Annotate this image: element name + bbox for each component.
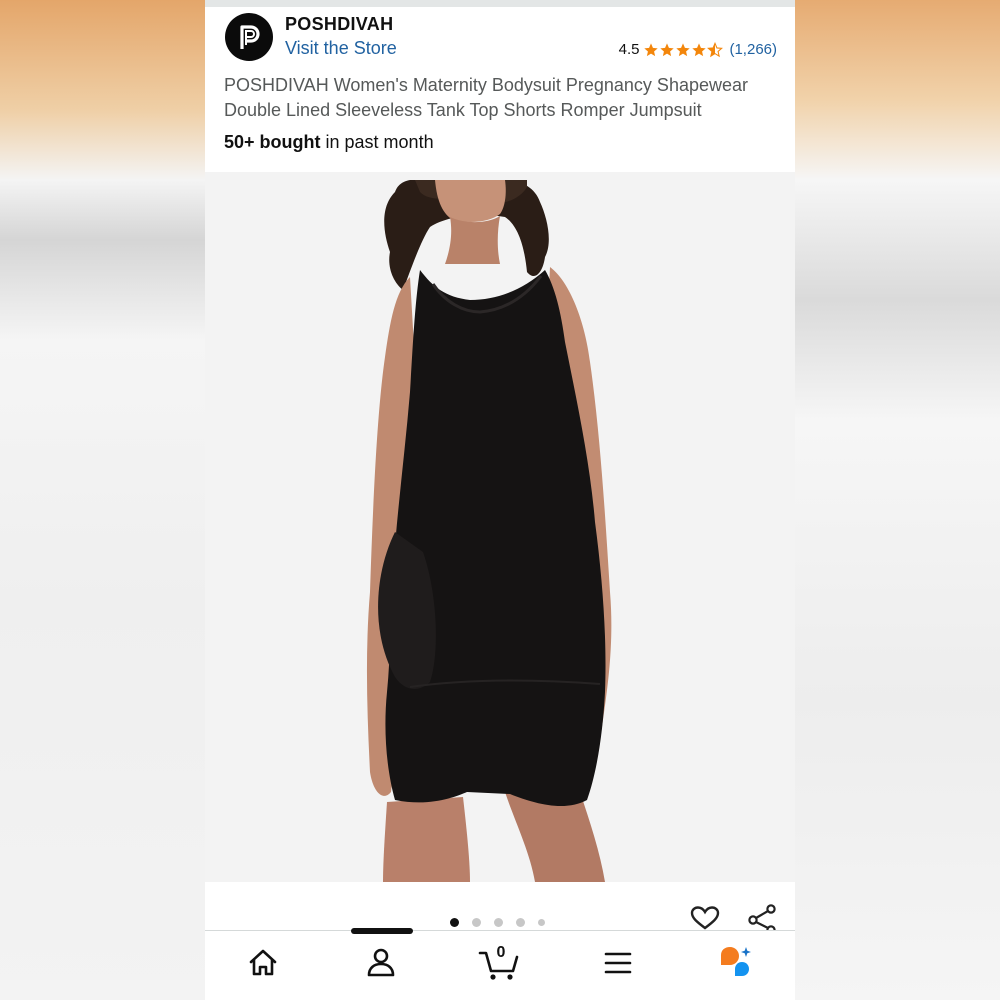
pagination-dot[interactable] (472, 918, 481, 927)
pagination-dot[interactable] (494, 918, 503, 927)
menu-icon[interactable] (596, 941, 640, 985)
pagination-dot[interactable] (538, 919, 545, 926)
active-tab-indicator (351, 928, 413, 934)
purchase-stats: 50+ bought in past month (224, 132, 434, 153)
bought-count: 50+ bought (224, 132, 321, 152)
star-full-icon (644, 42, 659, 56)
heart-outline-icon[interactable] (689, 906, 721, 930)
account-icon[interactable] (359, 941, 403, 985)
cart-count-badge: 0 (496, 944, 506, 961)
star-full-icon (660, 42, 675, 56)
rating-value: 4.5 (618, 41, 640, 58)
store-logo[interactable] (225, 13, 273, 61)
visit-store-link[interactable]: Visit the Store (285, 38, 397, 59)
cart-button[interactable]: 0 (477, 941, 521, 985)
store-name: POSHDIVAH (285, 14, 394, 34)
bought-period: in past month (320, 132, 434, 152)
background-blur-right (795, 0, 1000, 1000)
star-full-icon (692, 42, 707, 56)
rating-count-link[interactable]: (1,266) (729, 41, 777, 58)
top-divider (205, 0, 795, 7)
product-image[interactable] (205, 172, 795, 882)
rating-stars (643, 41, 724, 58)
image-pagination[interactable] (450, 918, 558, 927)
star-half-icon (707, 41, 724, 57)
product-title: POSHDIVAH Women's Maternity Bodysuit Pre… (224, 75, 748, 120)
pagination-dot[interactable] (516, 918, 525, 927)
background-blur-left (0, 0, 205, 1000)
app-screen: POSHDIVAH Visit the Store 4.5 (1,266) PO… (205, 0, 795, 1000)
home-icon[interactable] (241, 941, 285, 985)
model-bodysuit-illustration (366, 180, 612, 882)
bottom-navigation: 0 (205, 930, 795, 1000)
rufus-ai-icon[interactable] (713, 941, 757, 985)
pagination-dot-active[interactable] (450, 918, 459, 927)
rating-summary[interactable]: 4.5 (1,266) (619, 41, 777, 58)
star-full-icon (676, 42, 691, 56)
brand-p-icon (240, 25, 260, 49)
share-icon[interactable] (745, 904, 777, 930)
